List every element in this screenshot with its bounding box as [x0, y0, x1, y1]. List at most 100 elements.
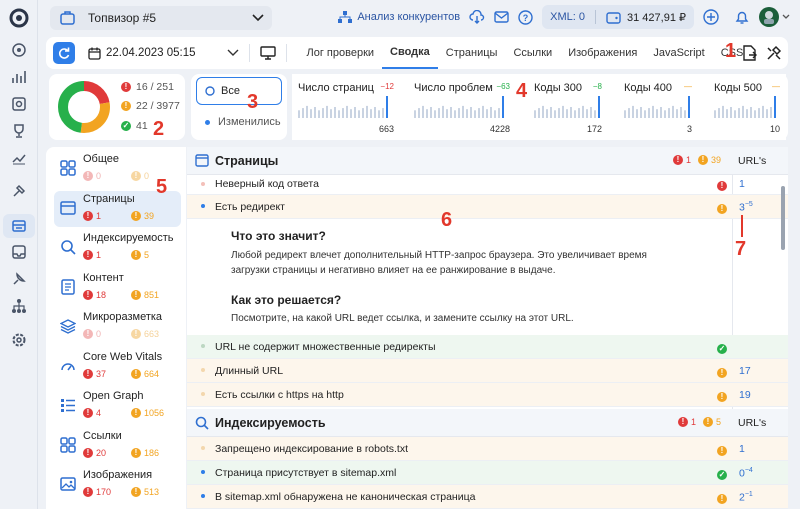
help-icon[interactable]: ? [518, 9, 533, 25]
sparkline-bar [342, 108, 344, 118]
layers-icon [59, 318, 77, 334]
svg-text:?: ? [523, 13, 529, 23]
balance-pill[interactable]: XML: 0 31 427,91 ₽ [542, 5, 694, 29]
chevron-down-icon [227, 49, 239, 56]
settings-icon[interactable] [9, 330, 29, 350]
tab-images[interactable]: Изображения [560, 37, 645, 69]
sidebar-item[interactable]: Core Web Vitals! 37! 664 [54, 349, 181, 385]
tools-icon[interactable] [766, 45, 782, 61]
row-urls[interactable]: 3−5 [739, 201, 753, 214]
scan-icon[interactable] [9, 94, 29, 114]
error-count: 0 [96, 171, 102, 181]
section-title: Индексируемость [215, 416, 326, 430]
metric-codes-500[interactable]: Коды 500 — 10 [708, 74, 786, 140]
user-menu[interactable] [759, 7, 790, 27]
bar-chart-icon[interactable] [9, 67, 29, 87]
refresh-button[interactable] [53, 42, 75, 64]
search-icon [60, 239, 76, 255]
row-urls[interactable]: 19 [739, 389, 751, 401]
sparkline-bar [534, 110, 536, 118]
target-icon[interactable] [9, 40, 29, 60]
metric-problems[interactable]: Число проблем −63 4228 [408, 74, 516, 140]
bell-icon[interactable] [734, 9, 750, 25]
annotation-3: 3 [247, 91, 259, 113]
warning-icon: ! [702, 417, 713, 427]
check-row[interactable]: URL не содержит множественные редиректы … [187, 335, 788, 359]
sparkline-bar [644, 110, 646, 118]
row-urls[interactable]: 2−1 [739, 491, 753, 504]
sparkline-bar [574, 110, 576, 118]
tab-pages[interactable]: Страницы [438, 37, 506, 69]
sparkline-bar [550, 107, 552, 118]
row-bullet [201, 446, 205, 450]
check-row-expanded[interactable]: Есть редирект ! 3−5 [187, 195, 788, 219]
row-urls[interactable]: 0−4 [739, 467, 753, 480]
sidebar-warning-count: ! 5 [131, 250, 149, 260]
logo-icon[interactable] [9, 8, 29, 28]
metric-delta: −12 [380, 82, 394, 91]
competitors-link[interactable]: Анализ конкурентов [338, 10, 460, 24]
sidebar-item[interactable]: Open Graph! 4! 1056 [54, 388, 181, 424]
sidebar-item[interactable]: Микроразметка! 0! 663 [54, 309, 181, 345]
sparkline-bar [354, 107, 356, 118]
check-row[interactable]: Есть ссылки с https на http ! 19 [187, 383, 788, 407]
tab-log[interactable]: Лог проверки [299, 37, 383, 69]
window-icon [195, 154, 209, 167]
section-counts: ! 1 ! 39 [672, 155, 721, 165]
tab-links[interactable]: Ссылки [505, 37, 560, 69]
sidebar-item-label: Open Graph [83, 390, 144, 402]
sidebar-item[interactable]: Индексируемость! 1! 5 [54, 230, 181, 266]
check-title: В sitemap.xml обнаружена не каноническая… [215, 491, 476, 503]
section-indexability-header[interactable]: Индексируемость ! 1 ! 5 URL's [187, 409, 788, 437]
row-urls[interactable]: 1 [739, 443, 745, 455]
metric-pages[interactable]: Число страниц −12 663 [292, 74, 400, 140]
row-urls[interactable]: 1 [739, 178, 745, 190]
warning-count: 186 [144, 447, 160, 458]
sparkline-bar [470, 107, 472, 118]
annotation-2: 2 [153, 118, 165, 140]
inbox-icon[interactable] [9, 242, 29, 262]
export-icon[interactable] [742, 45, 757, 61]
check-row[interactable]: Страница присутствует в sitemap.xml ✓ 0−… [187, 461, 788, 485]
satellite-icon[interactable] [9, 269, 29, 289]
row-urls[interactable]: 17 [739, 365, 751, 377]
scrollbar-thumb[interactable] [781, 186, 785, 250]
monitor-icon[interactable] [259, 46, 276, 60]
sparkline-bar [338, 110, 340, 118]
check-row[interactable]: Неверный код ответа ! 1 [187, 175, 788, 195]
project-selector[interactable]: Топвизор #5 [50, 6, 272, 30]
warning-count: 39 [144, 210, 155, 221]
site-audit-icon[interactable] [3, 214, 35, 238]
cloud-download-icon[interactable] [469, 10, 485, 24]
date-selector[interactable]: 22.04.2023 05:15 [88, 47, 239, 60]
check-row[interactable]: Длинный URL ! 17 [187, 359, 788, 383]
check-row[interactable]: Запрещено индексирование в robots.txt ! … [187, 437, 788, 461]
warning-icon: ! [131, 368, 141, 379]
sidebar-item-label: Core Web Vitals [83, 350, 163, 363]
trend-icon[interactable] [9, 148, 29, 168]
mail-icon[interactable] [494, 11, 509, 23]
chevron-down-icon [252, 14, 264, 22]
tab-summary[interactable]: Сводка [382, 37, 438, 69]
sitemap-icon[interactable] [9, 296, 29, 316]
checks-panel: Страницы ! 1 ! 39 URL's Неверный код ответ… [187, 147, 788, 509]
add-funds-icon[interactable] [703, 9, 719, 25]
check-row[interactable]: В sitemap.xml обнаружена не каноническая… [187, 485, 788, 509]
error-icon: ! [83, 408, 93, 418]
metric-codes-300[interactable]: Коды 300 −8 172 [528, 74, 608, 140]
filter-all[interactable]: Все [196, 77, 282, 105]
hammer-icon[interactable] [9, 181, 29, 201]
sidebar-item[interactable]: Ссылки! 20! 186 [54, 428, 181, 464]
sidebar-item[interactable]: Изображения! 170! 513 [54, 467, 181, 503]
section-pages-header[interactable]: Страницы ! 1 ! 39 URL's [187, 147, 788, 175]
metric-codes-400[interactable]: Коды 400 — 3 [618, 74, 698, 140]
sidebar-item[interactable]: Контент! 18! 851 [54, 270, 181, 306]
filter-changed[interactable]: Изменились [205, 116, 281, 128]
tab-javascript[interactable]: JavaScript [645, 37, 712, 69]
section-counts: ! 1 ! 5 [677, 417, 721, 427]
trophy-icon[interactable] [9, 121, 29, 141]
sidebar-item-label: Ссылки [83, 429, 122, 442]
error-icon: ! [83, 289, 93, 300]
annotation-4: 4 [516, 80, 528, 102]
error-icon: ! [83, 210, 93, 221]
